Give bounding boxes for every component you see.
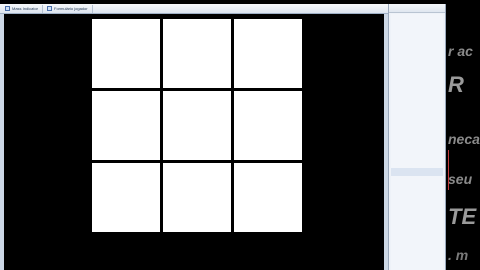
side-window-selection-band (391, 168, 443, 176)
board-cell-7[interactable] (92, 163, 160, 232)
side-window[interactable] (388, 4, 446, 270)
board-cell-3[interactable] (234, 19, 302, 88)
wallpaper-text-fragment: TE (448, 204, 477, 229)
main-window: Mass Indicator Formulário jogador (0, 4, 388, 270)
board-cell-8[interactable] (163, 163, 231, 232)
wallpaper-text-fragment: r ac (448, 43, 473, 59)
tab-label: Mass Indicator (12, 5, 39, 11)
board-cell-6[interactable] (234, 91, 302, 160)
wallpaper-text-fragment: R (448, 72, 464, 97)
window-frame-right (384, 14, 388, 270)
tab-label: Formulário jogador (54, 5, 88, 11)
tic-tac-toe-board (92, 19, 302, 232)
document-icon (47, 6, 53, 11)
desktop: r ac R neca seu TE . m Mass Indicator Fo… (0, 0, 480, 270)
board-cell-1[interactable] (92, 19, 160, 88)
tab-mass-indicator[interactable]: Mass Indicator (3, 4, 44, 13)
wallpaper-text-fragment: seu (448, 171, 473, 187)
board-cell-5[interactable] (163, 91, 231, 160)
tab-formulario-jogador[interactable]: Formulário jogador (45, 4, 93, 13)
board-cell-4[interactable] (92, 91, 160, 160)
wallpaper-text-fragment: . m (448, 247, 469, 263)
wallpaper-text-fragment: neca (448, 131, 480, 147)
wallpaper-text: r ac R neca seu TE . m (448, 0, 480, 270)
game-canvas (4, 14, 384, 270)
wallpaper-accent-line (448, 150, 449, 190)
side-window-titlebar[interactable] (389, 4, 445, 13)
window-tab-bar: Mass Indicator Formulário jogador (0, 4, 388, 14)
board-cell-2[interactable] (163, 19, 231, 88)
board-cell-9[interactable] (234, 163, 302, 232)
document-icon (5, 6, 10, 11)
side-window-content[interactable] (391, 14, 443, 270)
